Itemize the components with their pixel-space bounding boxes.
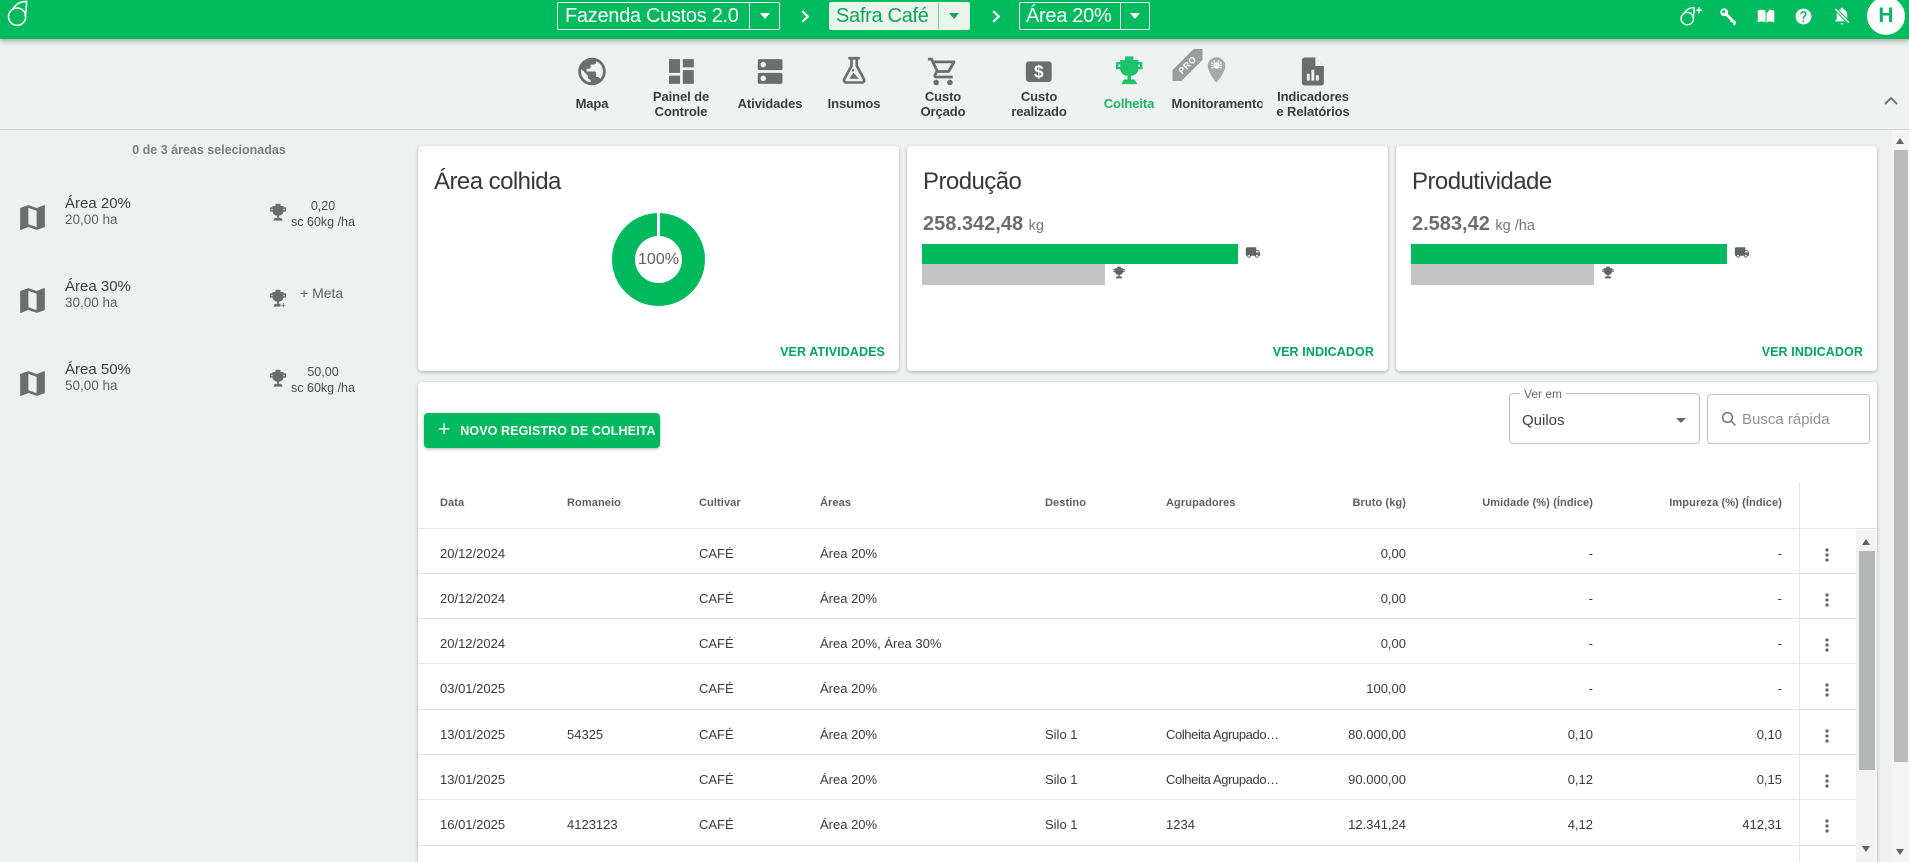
svg-text:$: $ bbox=[1034, 61, 1044, 81]
svg-text:100%: 100% bbox=[638, 251, 679, 268]
